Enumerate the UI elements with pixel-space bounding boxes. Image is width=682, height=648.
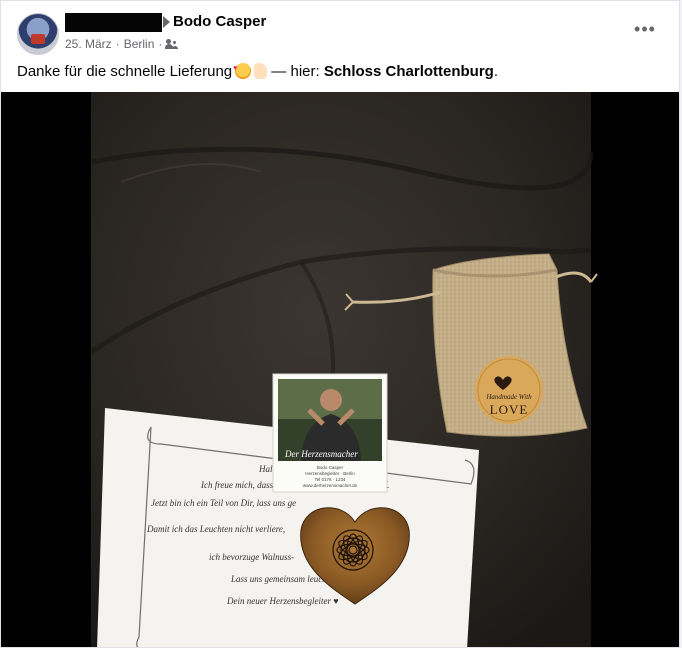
- card-address-line: Tel 0176 · 1234: [314, 477, 346, 482]
- friends-icon[interactable]: [165, 39, 178, 49]
- triangle-icon: [163, 16, 170, 28]
- facebook-post: Bodo Casper 25. März · Berlin · ••• Dank…: [0, 0, 680, 648]
- author-name[interactable]: Bodo Casper: [173, 13, 266, 30]
- post-text: Danke für die schnelle Lieferung — hier:…: [17, 63, 498, 80]
- meta-separator: ·: [158, 37, 163, 51]
- bag-label-line1: Handmade With: [485, 393, 532, 401]
- letter-line: Jetzt bin ich ein Teil von Dir, lass uns…: [151, 498, 296, 508]
- photo-image: Handmade With LOVE Hallo Ich freue mich,…: [89, 92, 598, 647]
- place-link[interactable]: Schloss Charlottenburg: [324, 63, 494, 80]
- bag-label-line2: LOVE: [490, 402, 529, 417]
- avatar[interactable]: [17, 13, 59, 55]
- post-photo[interactable]: Handmade With LOVE Hallo Ich freue mich,…: [1, 92, 679, 647]
- card-caption: Der Herzensmacher: [284, 449, 358, 459]
- post-text-connector: — hier:: [267, 63, 324, 80]
- redacted-name: [65, 13, 162, 32]
- post-location: Berlin: [123, 37, 155, 51]
- post-meta: 25. März · Berlin ·: [65, 37, 178, 51]
- card-address-line: Herzensbegleiter · Berlin: [305, 471, 355, 476]
- post-text-end: .: [493, 63, 499, 80]
- more-options-icon[interactable]: •••: [631, 19, 659, 43]
- letter-line: Damit ich das Leuchten nicht verliere,: [146, 524, 285, 534]
- letter-line: ich bevorzuge Walnuss-: [209, 552, 294, 562]
- post-text-main: Danke für die schnelle Lieferung: [17, 63, 233, 80]
- post-header: Bodo Casper 25. März · Berlin · •••: [1, 1, 679, 59]
- smiling-face-with-hearts-icon: [233, 63, 252, 79]
- card-address-line: Bodo Casper: [317, 465, 344, 470]
- card-address-line: www.derherzensmacher.de: [303, 483, 358, 488]
- thumbs-up-icon: [254, 63, 268, 79]
- post-date[interactable]: 25. März: [65, 37, 112, 51]
- meta-separator: ·: [115, 37, 120, 51]
- letter-line: Dein neuer Herzensbegleiter ♥: [226, 596, 339, 606]
